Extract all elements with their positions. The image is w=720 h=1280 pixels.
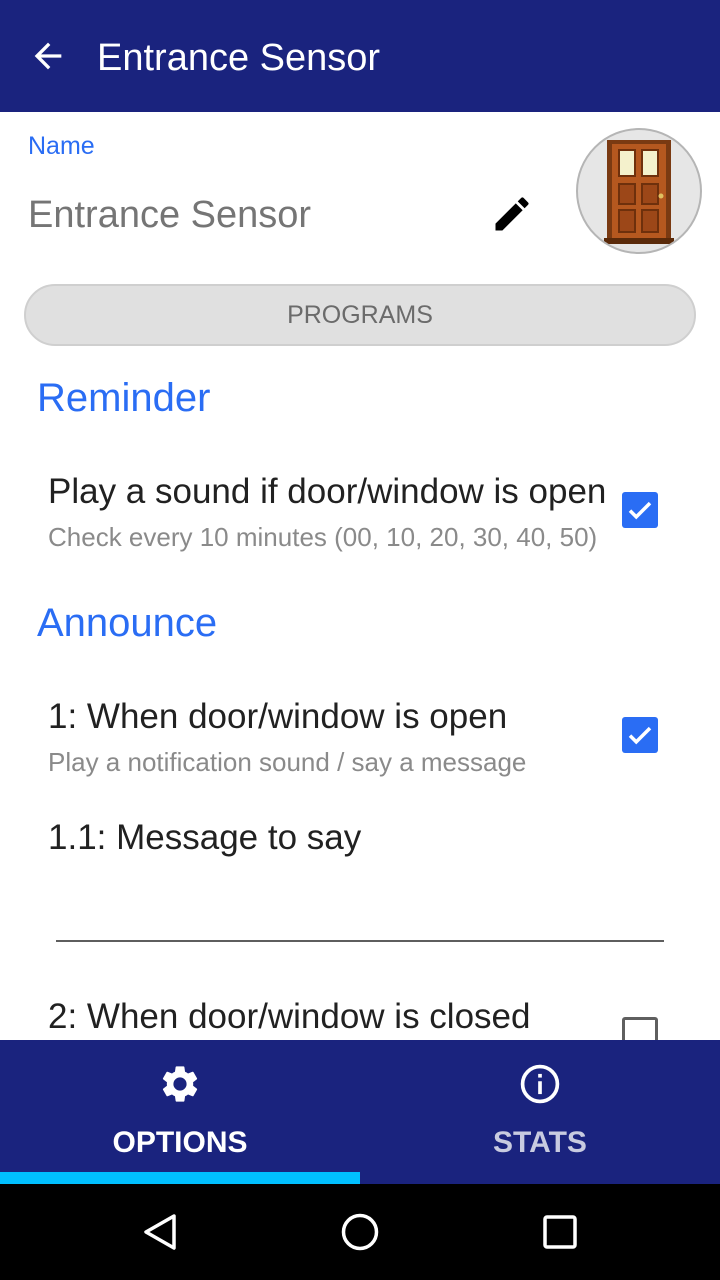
gear-icon bbox=[162, 1066, 198, 1102]
reminder-item-subtitle: Check every 10 minutes (00, 10, 20, 30, … bbox=[48, 522, 598, 552]
announce-open-title[interactable]: 1: When door/window is open bbox=[48, 697, 507, 737]
announce-closed-title[interactable]: 2: When door/window is closed bbox=[48, 997, 530, 1037]
reminder-section-title: Reminder bbox=[37, 376, 211, 420]
back-triangle-icon[interactable] bbox=[140, 1212, 180, 1252]
check-icon bbox=[628, 726, 652, 745]
door-icon bbox=[604, 140, 674, 244]
recents-square-icon[interactable] bbox=[542, 1214, 578, 1250]
name-field[interactable]: Entrance Sensor bbox=[28, 194, 311, 237]
tab-options[interactable]: OPTIONS bbox=[0, 1040, 360, 1184]
announce-section-title: Announce bbox=[37, 601, 218, 645]
edit-pencil-icon[interactable] bbox=[490, 192, 534, 236]
selected-tab-indicator bbox=[0, 1172, 360, 1184]
info-icon bbox=[520, 1064, 560, 1104]
announce-closed-checkbox[interactable] bbox=[622, 1017, 658, 1040]
tab-options-label: OPTIONS bbox=[112, 1126, 248, 1159]
back-arrow-icon[interactable] bbox=[28, 36, 68, 76]
message-to-say-label: 1.1: Message to say bbox=[48, 818, 362, 857]
sensor-avatar[interactable] bbox=[576, 128, 702, 254]
check-icon bbox=[628, 501, 652, 520]
reminder-checkbox[interactable] bbox=[622, 492, 658, 528]
message-input-underline bbox=[56, 940, 664, 942]
announce-open-subtitle: Play a notification sound / say a messag… bbox=[48, 747, 527, 777]
tab-stats[interactable]: STATS bbox=[360, 1040, 720, 1184]
page-title: Entrance Sensor bbox=[97, 37, 381, 79]
tab-stats-label: STATS bbox=[493, 1126, 587, 1159]
options-content[interactable]: Name Entrance Sensor PROGRAMS Reminder P… bbox=[0, 112, 720, 1040]
home-circle-icon[interactable] bbox=[340, 1212, 380, 1252]
programs-button[interactable]: PROGRAMS bbox=[24, 284, 696, 346]
name-label: Name bbox=[28, 132, 95, 160]
announce-open-checkbox[interactable] bbox=[622, 717, 658, 753]
bottom-navigation: OPTIONS STATS bbox=[0, 1040, 720, 1184]
app-bar: Entrance Sensor bbox=[0, 0, 720, 112]
system-navigation-bar bbox=[0, 1184, 720, 1280]
reminder-item-title[interactable]: Play a sound if door/window is open bbox=[48, 472, 606, 512]
